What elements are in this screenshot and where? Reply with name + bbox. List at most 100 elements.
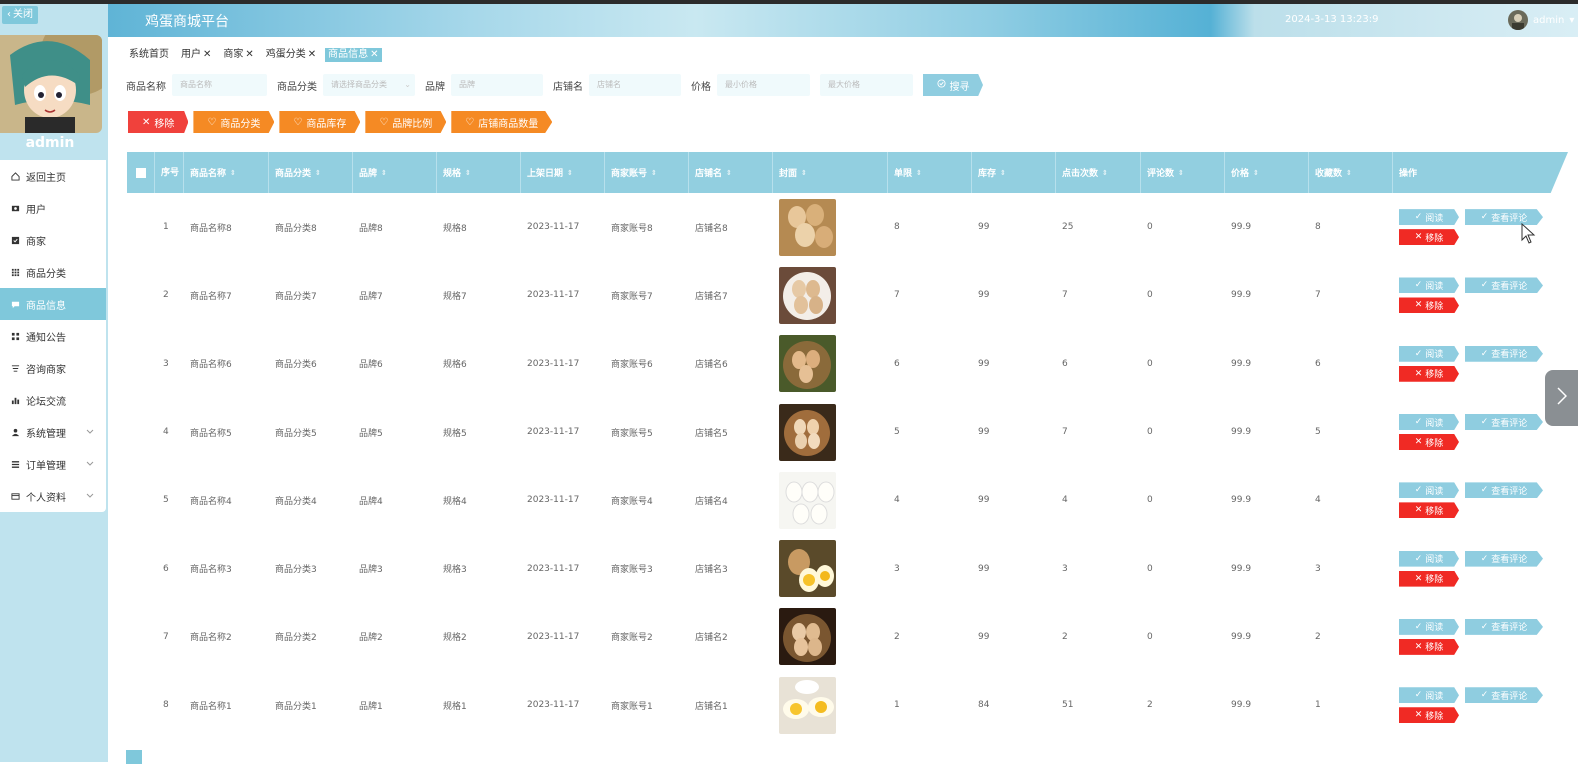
read-button[interactable]: ✓ 阅读: [1399, 618, 1459, 635]
comment-count: 0: [1147, 631, 1153, 642]
col-spec[interactable]: 规格 ⇕: [437, 152, 521, 193]
tab-users[interactable]: 用户 ✕: [178, 48, 214, 62]
sidebar-item-home[interactable]: 返回主页: [0, 160, 106, 192]
min-price-input[interactable]: 最小价格: [717, 74, 810, 96]
ops-row: ✓ 阅读 ✓ 查看评论: [1399, 482, 1543, 499]
view-comments-button[interactable]: ✓ 查看评论: [1465, 618, 1543, 635]
close-icon[interactable]: ✕: [203, 48, 211, 62]
product-cover-image[interactable]: [779, 540, 836, 598]
product-cover-image[interactable]: [779, 676, 836, 734]
header-datetime: 2024-3-13 13:23:9: [1285, 14, 1379, 25]
delete-label: 移除: [1425, 575, 1444, 586]
delete-button[interactable]: ✕ 移除: [1399, 365, 1459, 382]
delete-button[interactable]: ✕ 移除: [1399, 229, 1459, 246]
expand-panel-button[interactable]: [1545, 370, 1578, 426]
product-cover-image[interactable]: [779, 471, 836, 529]
product-cover-image[interactable]: [779, 335, 836, 393]
delete-button[interactable]: ✕ 移除: [1399, 707, 1459, 724]
col-limit[interactable]: 单限 ⇕: [888, 152, 972, 193]
close-sidebar-button[interactable]: ‹ 关闭: [2, 6, 38, 24]
stock-stats-button[interactable]: ♡ 商品库存: [279, 111, 361, 133]
brand-ratio-button[interactable]: ♡ 品牌比例: [365, 111, 447, 133]
remove-button[interactable]: ✕ 移除: [128, 111, 189, 133]
col-brand[interactable]: 品牌 ⇕: [353, 152, 437, 193]
delete-button[interactable]: ✕ 移除: [1399, 434, 1459, 451]
sidebar-item-consult[interactable]: 咨询商家: [0, 352, 106, 384]
col-category[interactable]: 商品分类 ⇕: [269, 152, 353, 193]
comment-label: 查看评论: [1491, 350, 1528, 361]
store-input[interactable]: 店铺名: [589, 74, 681, 96]
view-comments-button[interactable]: ✓ 查看评论: [1465, 277, 1543, 294]
read-button[interactable]: ✓ 阅读: [1399, 345, 1459, 362]
table-row: 8 商品名称1 商品分类1 品牌1 规格1 2023-11-17 商家账号1 店铺名1 1 84 5…: [127, 671, 1568, 739]
user-menu[interactable]: admin ▾: [1508, 10, 1574, 30]
col-stock[interactable]: 库存 ⇕: [972, 152, 1056, 193]
col-clicks[interactable]: 点击次数 ⇕: [1056, 152, 1141, 193]
sidebar-item-system[interactable]: 系统管理: [0, 416, 106, 448]
sidebar-item-forum[interactable]: 论坛交流: [0, 384, 106, 416]
product-cover-image[interactable]: [779, 608, 836, 666]
view-comments-button[interactable]: ✓ 查看评论: [1465, 414, 1543, 431]
sidebar-item-category[interactable]: 商品分类: [0, 256, 106, 288]
col-name[interactable]: 商品名称 ⇕: [184, 152, 269, 193]
view-comments-button[interactable]: ✓ 查看评论: [1465, 550, 1543, 567]
product-name-input[interactable]: 商品名称: [172, 74, 267, 96]
read-button[interactable]: ✓ 阅读: [1399, 414, 1459, 431]
tab-egg-category[interactable]: 鸡蛋分类 ✕: [263, 48, 319, 62]
col-date[interactable]: 上架日期 ⇕: [521, 152, 605, 193]
view-comments-button[interactable]: ✓ 查看评论: [1465, 345, 1543, 362]
col-favs[interactable]: 收藏数 ⇕: [1309, 152, 1393, 193]
sidebar-item-merchant[interactable]: 商家: [0, 224, 106, 256]
read-button[interactable]: ✓ 阅读: [1399, 277, 1459, 294]
delete-button[interactable]: ✕ 移除: [1399, 570, 1459, 587]
close-icon[interactable]: ✕: [370, 48, 378, 62]
col-cover[interactable]: 封面 ⇕: [773, 152, 888, 193]
select-all-checkbox[interactable]: [135, 167, 146, 178]
sidebar-item-notice[interactable]: 通知公告: [0, 320, 106, 352]
product-cover-image[interactable]: [779, 198, 836, 256]
category-stats-button[interactable]: ♡ 商品分类: [193, 111, 275, 133]
check-icon: ✓: [1480, 348, 1489, 359]
sidebar-item-product-info[interactable]: 商品信息: [0, 288, 106, 320]
cover-image: [773, 540, 888, 598]
delete-button[interactable]: ✕ 移除: [1399, 502, 1459, 519]
check-icon: ✓: [1414, 348, 1423, 359]
read-button[interactable]: ✓ 阅读: [1399, 687, 1459, 704]
read-button[interactable]: ✓ 阅读: [1399, 550, 1459, 567]
tab-home[interactable]: 系统首页: [126, 48, 172, 62]
tab-label: 鸡蛋分类: [265, 49, 306, 60]
sidebar-item-label: 论坛交流: [26, 396, 66, 408]
product-cover-image[interactable]: [779, 403, 836, 461]
delete-button[interactable]: ✕ 移除: [1399, 297, 1459, 314]
category-select[interactable]: 请选择商品分类 ⌄: [323, 74, 415, 96]
read-button[interactable]: ✓ 阅读: [1399, 209, 1459, 226]
tab-product-info[interactable]: 商品信息 ✕: [325, 48, 382, 62]
col-price[interactable]: 价格 ⇕: [1225, 152, 1309, 193]
store-count-button[interactable]: ♡ 店铺商品数量: [451, 111, 553, 133]
max-price-input[interactable]: 最大价格: [820, 74, 913, 96]
product-brand: 品牌8: [359, 223, 383, 234]
read-button[interactable]: ✓ 阅读: [1399, 482, 1459, 499]
brand-input[interactable]: 品牌: [451, 74, 543, 96]
delete-button[interactable]: ✕ 移除: [1399, 638, 1459, 655]
sidebar-item-profile[interactable]: 个人资料: [0, 480, 106, 512]
search-button[interactable]: 搜寻: [923, 74, 983, 96]
stock: 99: [978, 563, 990, 574]
product-cover-image[interactable]: [779, 266, 836, 324]
col-merchant[interactable]: 商家账号 ⇕: [605, 152, 689, 193]
read-label: 阅读: [1425, 213, 1444, 224]
col-store[interactable]: 店铺名 ⇕: [689, 152, 773, 193]
view-comments-button[interactable]: ✓ 查看评论: [1465, 482, 1543, 499]
close-icon[interactable]: ✕: [308, 48, 316, 62]
tab-merchant[interactable]: 商家 ✕: [220, 48, 256, 62]
col-comments[interactable]: 评论数 ⇕: [1141, 152, 1225, 193]
close-icon: ✕: [1414, 300, 1423, 311]
sidebar-item-orders[interactable]: 订单管理: [0, 448, 106, 480]
col-label: 上架日期: [527, 169, 564, 179]
sidebar-item-users[interactable]: 用户: [0, 192, 106, 224]
close-icon[interactable]: ✕: [245, 48, 253, 62]
product-name: 商品名称6: [190, 360, 232, 371]
col-label: 点击次数: [1062, 169, 1099, 179]
view-comments-button[interactable]: ✓ 查看评论: [1465, 687, 1543, 704]
product-category: 商品分类2: [275, 633, 317, 644]
